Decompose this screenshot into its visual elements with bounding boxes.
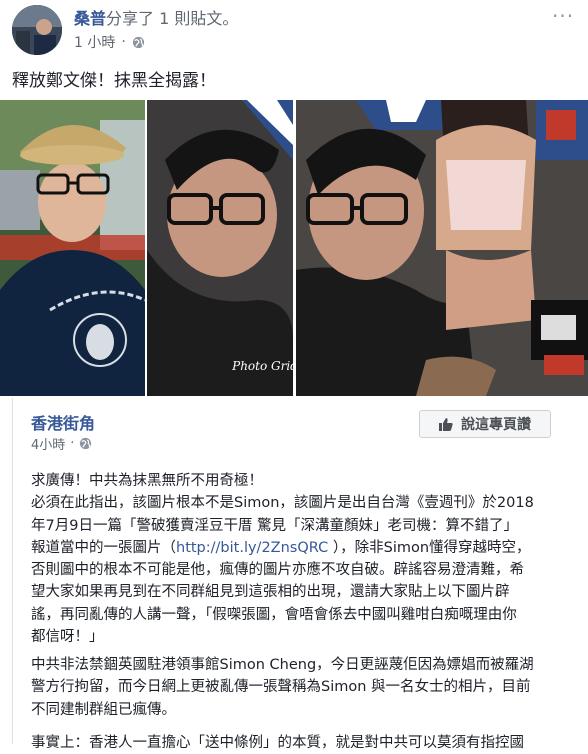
- paragraph-line: 都信呀！」: [31, 629, 104, 646]
- like-page-button[interactable]: 說這專頁讚: [419, 410, 551, 438]
- paragraph-line: 警方行拘留，而今日網上更被亂傳一張聲稱為Simon 與一名女士的相片，目前: [31, 679, 531, 696]
- shared-post-time[interactable]: 4小時: [31, 434, 65, 453]
- post-meta: 1 小時 ·: [74, 32, 145, 52]
- shared-page-name[interactable]: 香港街角: [31, 410, 95, 434]
- paragraph-line: 否則圖中的根本不可能是他，瘋傳的圖片亦應不攻自破。辟謠容易澄清難，希: [31, 562, 524, 579]
- paragraph-line-with-link: 報道當中的一張圖片（http://bit.ly/2ZnsQRC ），除非Simo…: [31, 537, 587, 559]
- paragraph-line: 必須在此指出，該圖片根本不是Simon，該圖片是出自台灣《壹週刊》於2018: [31, 495, 534, 512]
- paragraph-line: 謠，再同亂傳的人講一聲，「假㗎張圖，會唔會係去中國叫雞咁白痴嘅理由你: [31, 606, 517, 623]
- more-options-icon[interactable]: ···: [552, 4, 574, 28]
- paragraph-line: 不同建制群組已瘋傳。: [31, 701, 176, 718]
- share-action: 分享了 1 則貼文。: [106, 9, 239, 28]
- globe-icon: [132, 36, 144, 48]
- photo-man-and-woman[interactable]: [296, 100, 588, 396]
- shared-paragraph-1: 求廣傳！中共為抹黑無所不用奇極！ 必須在此指出，該圖片根本不是Simon，該圖片…: [31, 470, 587, 648]
- avatar[interactable]: [12, 5, 62, 55]
- paragraph-line: 年7月9日一篇「警破獲賣淫豆干厝 驚見「深溝童顏妹」老司機：算不錯了」: [31, 517, 519, 534]
- share-line: 桑普分享了 1 則貼文。: [74, 5, 238, 29]
- photo-watermark: Photo Grid: [231, 359, 293, 373]
- photo-man-in-hat[interactable]: [0, 100, 145, 396]
- paragraph-line: 事實上：香港人一直擔心「送中條例」的本質，就是對中共可以莫須有指控國: [31, 735, 524, 751]
- paragraph-line: 求廣傳！中共為抹黑無所不用奇極！: [31, 473, 263, 489]
- post-time[interactable]: 1 小時: [74, 32, 115, 52]
- globe-icon: [80, 437, 92, 450]
- shared-paragraph-3: 事實上：香港人一直擔心「送中條例」的本質，就是對中共可以莫須有指控國: [31, 732, 587, 754]
- meta-separator: ·: [121, 34, 126, 50]
- post-text: 釋放鄭文傑！抹黑全揭露！: [12, 71, 216, 91]
- thumbs-up-icon: [439, 418, 453, 431]
- paragraph-line: 中共非法禁錮英國駐港領事館Simon Cheng，今日更誣蔑佢因為嫖娼而被羅湖: [31, 657, 534, 673]
- shared-paragraph-2: 中共非法禁錮英國駐港領事館Simon Cheng，今日更誣蔑佢因為嫖娼而被羅湖 …: [31, 654, 587, 721]
- text-segment: 報道當中的一張圖片（: [31, 539, 176, 556]
- shared-post-meta: 4小時 ·: [31, 434, 92, 453]
- photo-collage[interactable]: Photo Grid: [0, 100, 588, 396]
- text-segment: ），除非Simon懂得穿越時空，: [328, 539, 531, 556]
- meta-separator: ·: [70, 436, 75, 451]
- photo-man-closeup[interactable]: Photo Grid: [147, 100, 293, 396]
- post-header: 桑普分享了 1 則貼文。 1 小時 · ···: [0, 0, 588, 60]
- shared-post: 香港街角 4小時 · 說這專頁讚 求廣傳！中共為抹黑無所不用奇極！ 必須在此指出…: [12, 398, 588, 751]
- like-page-label: 說這專頁讚: [461, 417, 531, 433]
- paragraph-line: 望大家如果再見到在不同群組見到這張相的出現，還請大家貼上以下圖片辟: [31, 584, 510, 601]
- source-link[interactable]: http://bit.ly/2ZnsQRC: [176, 540, 328, 556]
- sharer-name[interactable]: 桑普: [74, 9, 106, 28]
